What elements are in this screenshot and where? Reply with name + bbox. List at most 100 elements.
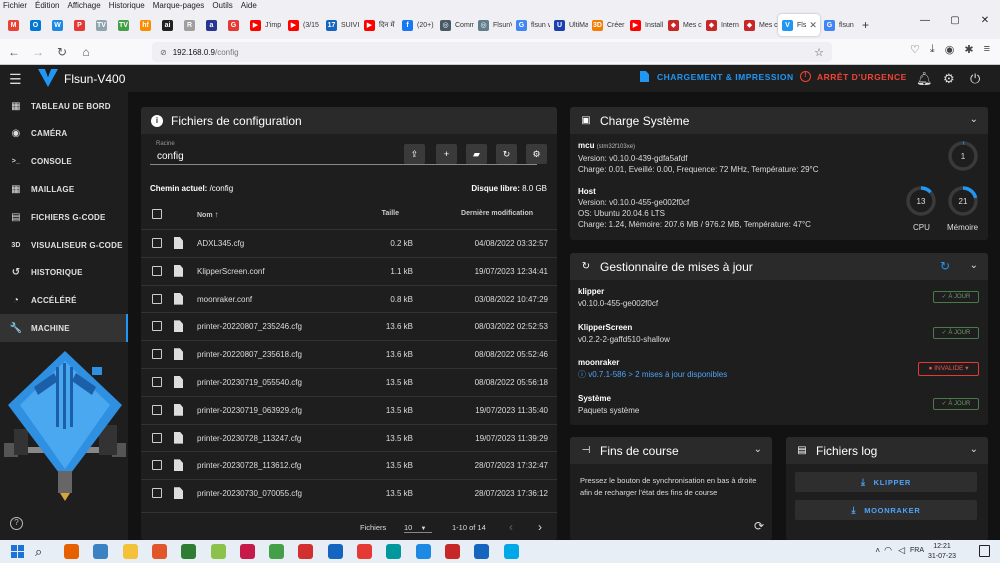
- column-size[interactable]: Taille: [382, 210, 399, 217]
- select-all-checkbox[interactable]: [152, 209, 162, 219]
- file-row[interactable]: printer-20230728_113612.cfg 13.5 kB 28/07/…: [141, 451, 557, 479]
- search-icon[interactable]: ⌕: [35, 544, 50, 559]
- browser-menu-item[interactable]: Marque-pages: [153, 1, 205, 10]
- browser-tab[interactable]: P: [70, 14, 92, 36]
- browser-tab[interactable]: Gflsun v: [512, 14, 550, 36]
- network-icon[interactable]: ◠: [884, 545, 892, 556]
- row-checkbox[interactable]: [152, 460, 162, 471]
- browser-tab[interactable]: ▶ J'imp: [246, 14, 284, 36]
- browser-tab[interactable]: ▶ (3/15: [284, 14, 322, 36]
- row-checkbox[interactable]: [152, 293, 162, 304]
- browser-tab[interactable]: ai: [158, 14, 180, 36]
- remote-desktop-icon[interactable]: [93, 544, 109, 559]
- browser-tab[interactable]: 3D Créer: [588, 14, 626, 36]
- emergency-stop-button[interactable]: ! ARRÊT D'URGENCE: [800, 71, 907, 82]
- minimize-icon[interactable]: —: [910, 11, 940, 31]
- file-explorer-icon[interactable]: [122, 544, 138, 559]
- browser-tab[interactable]: R: [180, 14, 202, 36]
- settings-button[interactable]: ⚙: [526, 144, 547, 164]
- input-language[interactable]: FRA: [910, 547, 924, 554]
- row-checkbox[interactable]: [152, 238, 162, 248]
- volume-icon[interactable]: ◁: [898, 545, 905, 556]
- arduino-icon[interactable]: [386, 544, 402, 559]
- file-row[interactable]: printer-20230730_070055.cfg 13.5 kB 28/07/…: [141, 479, 557, 507]
- browser-tab[interactable]: ◎ Comm: [436, 14, 474, 36]
- reload-icon[interactable]: ↻: [52, 45, 72, 59]
- row-checkbox[interactable]: [152, 432, 162, 443]
- row-checkbox[interactable]: [152, 377, 162, 387]
- file-row[interactable]: KlipperScreen.conf 1.1 kB 19/07/2023 12:34…: [141, 256, 557, 285]
- invalid-status-button[interactable]: ● INVALIDE ▾: [918, 362, 979, 376]
- browser-tab[interactable]: TV: [114, 14, 136, 36]
- menu-icon[interactable]: ☰: [9, 71, 22, 88]
- help-icon[interactable]: ?: [10, 517, 23, 530]
- browser-tab[interactable]: ◆ Mes c: [664, 14, 702, 36]
- row-checkbox[interactable]: [152, 488, 162, 499]
- network-tool-icon[interactable]: [181, 544, 197, 559]
- browser-tab[interactable]: M: [4, 14, 26, 36]
- back-icon[interactable]: ←: [4, 45, 24, 59]
- browser-tab[interactable]: Gflsun: [820, 14, 858, 36]
- browser-tab[interactable]: a: [202, 14, 224, 36]
- browser-tab[interactable]: f (20+): [398, 14, 436, 36]
- firefox-icon[interactable]: [64, 544, 79, 559]
- file-row[interactable]: ADXL345.cfg 0.2 kB 04/08/2022 03:32:57: [141, 229, 557, 257]
- row-checkbox[interactable]: [152, 404, 162, 415]
- upload-file-button[interactable]: ⇪: [404, 144, 425, 164]
- power-icon[interactable]: ⏻: [970, 71, 980, 87]
- bookmark-star-icon[interactable]: ☆: [814, 46, 824, 59]
- browser-tab[interactable]: W: [48, 14, 70, 36]
- forward-icon[interactable]: →: [28, 45, 48, 59]
- sidebar-item[interactable]: >_ CONSOLE: [0, 148, 128, 176]
- browser-tab[interactable]: ▶ Install: [626, 14, 664, 36]
- browser-tab[interactable]: ◎ FlsunV400: [474, 14, 512, 36]
- file-row[interactable]: moonraker.conf 0.8 kB 03/08/2022 10:47:29: [141, 284, 557, 313]
- file-row[interactable]: printer-20220807_235618.cfg 13.6 kB 08/08/…: [141, 340, 557, 368]
- row-checkbox[interactable]: [152, 349, 162, 360]
- browser-tab[interactable]: hf: [136, 14, 158, 36]
- klipper-icon[interactable]: [327, 544, 343, 559]
- new-tab-icon[interactable]: +: [858, 14, 873, 36]
- browser-tab[interactable]: TV: [92, 14, 114, 36]
- sidebar-item[interactable]: 🔧 MACHINE: [0, 314, 128, 343]
- browser-tab[interactable]: G: [224, 14, 246, 36]
- account-icon[interactable]: ◉: [945, 43, 955, 56]
- notification-center-icon[interactable]: [979, 545, 990, 557]
- update-item-version[interactable]: ⓘ v0.7.1-586 > 2 mises à jour disponible…: [578, 369, 727, 381]
- settings-cogs-icon[interactable]: ⚙: [943, 71, 955, 87]
- next-page-icon[interactable]: ›: [538, 520, 542, 534]
- create-folder-button[interactable]: ▰: [466, 144, 487, 164]
- browser-menu-item[interactable]: Fichier: [3, 1, 27, 10]
- file-row[interactable]: printer-20230728_113247.cfg 13.5 kB 19/07/…: [141, 423, 557, 452]
- sidebar-item[interactable]: ◔ ACCÉLÉRÉ: [0, 287, 128, 315]
- browser-menu-item[interactable]: Affichage: [67, 1, 100, 10]
- browser-menu-item[interactable]: Historique: [109, 1, 145, 10]
- chevron-down-icon[interactable]: ⌄: [754, 444, 762, 455]
- flag-icon[interactable]: [357, 544, 372, 559]
- upload-print-button[interactable]: CHARGEMENT & IMPRESSION: [640, 71, 794, 82]
- cube-icon[interactable]: [210, 544, 226, 559]
- download-klipper-log-button[interactable]: ⤓ KLIPPER: [795, 472, 977, 492]
- system-clock[interactable]: 12:21 31-07-23: [928, 542, 956, 562]
- browser-tab[interactable]: O: [26, 14, 48, 36]
- sidebar-item[interactable]: 3D VISUALISEUR G-CODE: [0, 231, 128, 259]
- browser-tab[interactable]: 17 SUIVI: [322, 14, 360, 36]
- browser-tab[interactable]: ◆ Intern: [702, 14, 740, 36]
- download-moonraker-log-button[interactable]: ⤓ MOONRAKER: [795, 500, 977, 520]
- column-modified[interactable]: Dernière modification: [461, 210, 533, 217]
- refresh-updates-icon[interactable]: ↻: [940, 259, 950, 273]
- browser-menu-item[interactable]: Aide: [241, 1, 257, 10]
- chevron-down-icon[interactable]: ⌄: [970, 444, 978, 455]
- home-icon[interactable]: ⌂: [76, 45, 96, 59]
- downloads-icon[interactable]: ⤓: [930, 43, 935, 56]
- sidebar-item[interactable]: ▦ TABLEAU DE BORD: [0, 92, 128, 120]
- column-name[interactable]: Nom ↑: [197, 210, 219, 219]
- chevron-down-icon[interactable]: ⌄: [970, 260, 978, 271]
- chevron-down-icon[interactable]: ⌄: [970, 114, 978, 125]
- sidebar-item[interactable]: ◉ CAMÉRA: [0, 120, 128, 148]
- vscode-icon[interactable]: [415, 544, 431, 559]
- windows-start-icon[interactable]: [10, 544, 25, 559]
- cura-icon[interactable]: [503, 544, 519, 559]
- tray-chevron-icon[interactable]: ˄: [875, 546, 880, 555]
- filezilla-icon[interactable]: [444, 544, 460, 559]
